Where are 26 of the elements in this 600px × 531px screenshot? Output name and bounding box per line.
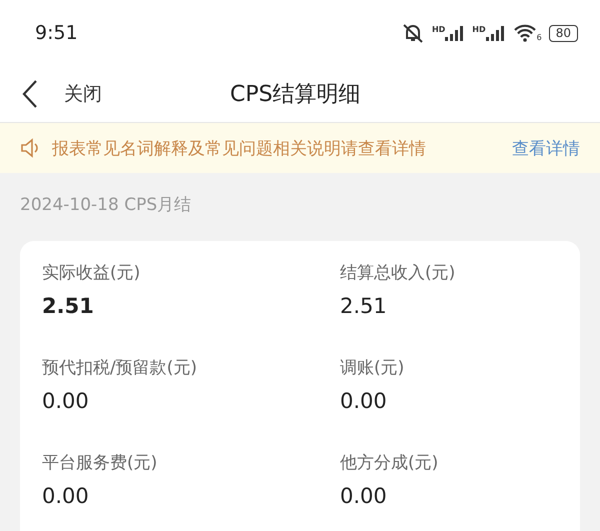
metric-label: 结算总收入(元)	[340, 262, 456, 284]
metric-label: 实际收益(元)	[42, 262, 142, 284]
close-button[interactable]: 关闭	[0, 79, 102, 109]
back-chevron-icon	[22, 79, 38, 109]
metric-value: 2.51	[340, 294, 388, 318]
signal-type-label: HD	[472, 25, 486, 34]
metric-value: 0.00	[340, 389, 388, 413]
signal-icon	[486, 25, 506, 41]
section-title: 2024-10-18 CPS月结	[19, 194, 192, 217]
metric-value: 0.00	[42, 484, 90, 508]
notice-text: 报表常见名词解释及常见问题相关说明请查看详情	[52, 138, 427, 160]
wifi-icon	[512, 24, 537, 42]
wifi-label: 6	[536, 33, 542, 42]
metric-label: 预代扣税/预留款(元)	[42, 357, 198, 379]
bell-muted-icon	[400, 22, 425, 44]
metric-label: 他方分成(元)	[340, 452, 440, 474]
signal-icon	[445, 25, 466, 41]
battery-indicator: 80	[548, 24, 578, 42]
metric-value: 0.00	[340, 484, 388, 508]
metric-value: 0.00	[42, 389, 90, 413]
signal-type-label: HD	[432, 25, 446, 34]
metric-label: 平台服务费(元)	[42, 452, 158, 474]
page-title: CPS结算明细	[230, 81, 361, 109]
metric-value: 2.51	[42, 294, 95, 318]
status-time: 9:51	[35, 22, 78, 44]
metric-label: 调账(元)	[340, 357, 406, 379]
